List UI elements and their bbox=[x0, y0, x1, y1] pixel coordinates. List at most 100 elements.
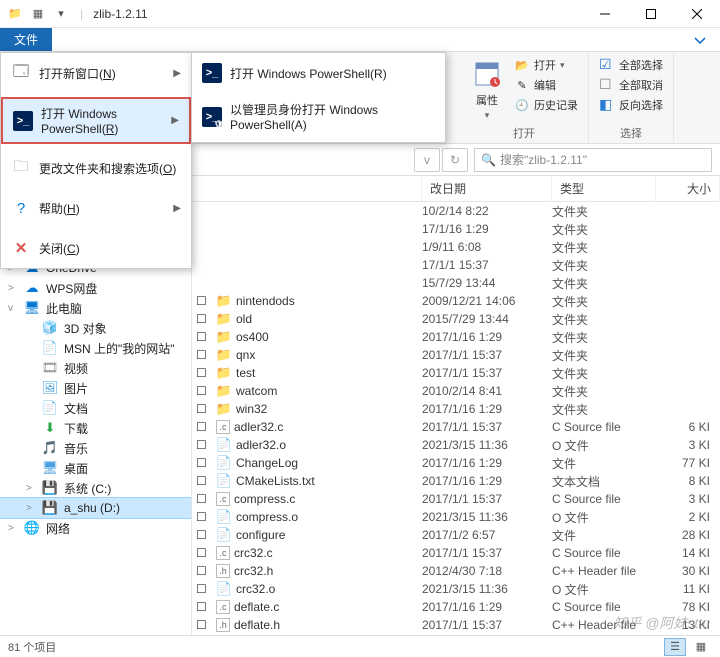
tree-item[interactable]: 🖥桌面 bbox=[0, 458, 191, 478]
qat-dropdown-icon[interactable]: ▾ bbox=[50, 3, 72, 25]
file-list-header[interactable]: 改日期 类型 大小 bbox=[192, 176, 720, 202]
file-row[interactable]: ☐📄configure2017/1/2 6:57文件28 KI bbox=[192, 526, 720, 544]
file-tab[interactable]: 文件 bbox=[0, 28, 52, 51]
open-powershell-menu-item[interactable]: >_ 打开 Windows PowerShell(R) ▶ bbox=[1, 97, 191, 144]
maximize-button[interactable] bbox=[628, 0, 674, 28]
powershell-submenu: >_ 打开 Windows PowerShell(R) >_🛡 以管理员身份打开… bbox=[191, 52, 446, 143]
row-checkbox[interactable]: ☐ bbox=[196, 366, 212, 380]
file-row[interactable]: 1/9/11 6:08文件夹 bbox=[192, 238, 720, 256]
file-row[interactable]: ☐📁os4002017/1/16 1:29文件夹 bbox=[192, 328, 720, 346]
file-row[interactable]: ☐📁nintendods2009/12/21 14:06文件夹 bbox=[192, 292, 720, 310]
row-checkbox[interactable]: ☐ bbox=[196, 600, 212, 614]
row-checkbox[interactable]: ☐ bbox=[196, 348, 212, 362]
icons-view-button[interactable]: ▦ bbox=[690, 638, 712, 656]
ribbon-collapse-button[interactable] bbox=[680, 28, 720, 51]
tree-item[interactable]: 📄MSN 上的"我的网站" bbox=[0, 338, 191, 358]
refresh-button[interactable]: ↻ bbox=[442, 148, 468, 172]
options-menu-item[interactable]: 🗀 更改文件夹和搜索选项(O) bbox=[1, 152, 191, 184]
tree-item[interactable]: 📄文档 bbox=[0, 398, 191, 418]
date-column-header[interactable]: 改日期 bbox=[422, 176, 552, 201]
row-checkbox[interactable]: ☐ bbox=[196, 402, 212, 416]
file-row[interactable]: ☐📁old2015/7/29 13:44文件夹 bbox=[192, 310, 720, 328]
file-row[interactable]: ☐.cdeflate.c2017/1/16 1:29C Source file7… bbox=[192, 598, 720, 616]
edit-button[interactable]: ✎编辑 bbox=[510, 76, 582, 94]
tree-item[interactable]: 🧊3D 对象 bbox=[0, 318, 191, 338]
row-checkbox[interactable]: ☐ bbox=[196, 546, 212, 560]
select-all-button[interactable]: ☑全部选择 bbox=[595, 56, 667, 74]
row-checkbox[interactable]: ☐ bbox=[196, 420, 212, 434]
row-checkbox[interactable]: ☐ bbox=[196, 564, 212, 578]
row-checkbox[interactable]: ☐ bbox=[196, 330, 212, 344]
file-row[interactable]: ☐.ccompress.c2017/1/1 15:37C Source file… bbox=[192, 490, 720, 508]
open-powershell-submenu-item[interactable]: >_ 打开 Windows PowerShell(R) bbox=[192, 57, 445, 89]
close-icon: ✕ bbox=[11, 238, 31, 258]
tree-item[interactable]: >☁WPS网盘 bbox=[0, 278, 191, 298]
file-icon: 📄 bbox=[216, 581, 232, 597]
file-row[interactable]: ☐📄ChangeLog2017/1/16 1:29文件77 KI bbox=[192, 454, 720, 472]
file-row[interactable]: ☐📄crc32.o2021/3/15 11:36O 文件11 KI bbox=[192, 580, 720, 598]
addr-dropdown-button[interactable]: v bbox=[414, 148, 440, 172]
file-row[interactable]: ☐📄compress.o2021/3/15 11:36O 文件2 KI bbox=[192, 508, 720, 526]
search-input[interactable]: 🔍 搜索"zlib-1.2.11" bbox=[474, 148, 712, 172]
open-powershell-admin-submenu-item[interactable]: >_🛡 以管理员身份打开 Windows PowerShell(A) bbox=[192, 95, 445, 138]
properties-qat-icon[interactable]: ▦ bbox=[27, 3, 49, 25]
file-row[interactable]: 17/1/16 1:29文件夹 bbox=[192, 220, 720, 238]
file-row[interactable]: ☐📄CMakeLists.txt2017/1/16 1:29文本文档8 KI bbox=[192, 472, 720, 490]
row-checkbox[interactable]: ☐ bbox=[196, 456, 212, 470]
open-icon: 📂 bbox=[514, 57, 530, 73]
file-row[interactable]: ☐📁test2017/1/1 15:37文件夹 bbox=[192, 364, 720, 382]
new-window-menu-item[interactable]: 🗔 打开新窗口(N) ▶ bbox=[1, 57, 191, 89]
file-row[interactable]: ☐📄adler32.o2021/3/15 11:36O 文件3 KI bbox=[192, 436, 720, 454]
file-row[interactable]: ☐.hcrc32.h2012/4/30 7:18C++ Header file3… bbox=[192, 562, 720, 580]
name-column-header[interactable] bbox=[192, 176, 422, 201]
tree-item[interactable]: 🎵音乐 bbox=[0, 438, 191, 458]
select-none-button[interactable]: ☐全部取消 bbox=[595, 76, 667, 94]
close-menu-item[interactable]: ✕ 关闭(C) bbox=[1, 232, 191, 264]
tree-item[interactable]: 🖼图片 bbox=[0, 378, 191, 398]
folder-icon[interactable]: 📁 bbox=[4, 3, 26, 25]
row-checkbox[interactable]: ☐ bbox=[196, 492, 212, 506]
file-row[interactable]: 10/2/14 8:22文件夹 bbox=[192, 202, 720, 220]
minimize-button[interactable] bbox=[582, 0, 628, 28]
file-list[interactable]: 改日期 类型 大小 10/2/14 8:22文件夹17/1/16 1:29文件夹… bbox=[192, 176, 720, 635]
history-button[interactable]: 🕘历史记录 bbox=[510, 96, 582, 114]
file-size: 8 KI bbox=[656, 474, 720, 488]
file-row[interactable]: ☐📁watcom2010/2/14 8:41文件夹 bbox=[192, 382, 720, 400]
tree-item[interactable]: >💾系统 (C:) bbox=[0, 478, 191, 498]
tree-item[interactable]: >💾a_shu (D:) bbox=[0, 498, 191, 518]
file-row[interactable]: 17/1/1 15:37文件夹 bbox=[192, 256, 720, 274]
help-menu-item[interactable]: ? 帮助(H) ▶ bbox=[1, 192, 191, 224]
file-row[interactable]: ☐.cadler32.c2017/1/1 15:37C Source file6… bbox=[192, 418, 720, 436]
row-checkbox[interactable]: ☐ bbox=[196, 438, 212, 452]
file-row[interactable]: ☐.ccrc32.c2017/1/1 15:37C Source file14 … bbox=[192, 544, 720, 562]
tree-item[interactable]: >🌐网络 bbox=[0, 518, 191, 538]
file-row[interactable]: 15/7/29 13:44文件夹 bbox=[192, 274, 720, 292]
tree-item[interactable]: v🖥此电脑 bbox=[0, 298, 191, 318]
row-checkbox[interactable]: ☐ bbox=[196, 294, 212, 308]
file-date: 2012/4/30 7:18 bbox=[422, 564, 552, 578]
row-checkbox[interactable]: ☐ bbox=[196, 528, 212, 542]
file-row[interactable]: ☐.hdeflate.h2017/1/1 15:37C++ Header fil… bbox=[192, 616, 720, 634]
file-row[interactable]: ☐📄deflate.o2021/3/15 11:36O 文件24 KI bbox=[192, 634, 720, 635]
tree-item[interactable]: 🎞视频 bbox=[0, 358, 191, 378]
tree-item[interactable]: ⬇下载 bbox=[0, 418, 191, 438]
row-checkbox[interactable]: ☐ bbox=[196, 510, 212, 524]
properties-label: 属性 bbox=[476, 92, 498, 108]
invert-selection-label: 反向选择 bbox=[619, 97, 663, 113]
file-date: 2017/1/16 1:29 bbox=[422, 330, 552, 344]
details-view-button[interactable]: ☰ bbox=[664, 638, 686, 656]
file-row[interactable]: ☐📁qnx2017/1/1 15:37文件夹 bbox=[192, 346, 720, 364]
file-row[interactable]: ☐📁win322017/1/16 1:29文件夹 bbox=[192, 400, 720, 418]
open-button[interactable]: 📂打开 ▾ bbox=[510, 56, 582, 74]
size-column-header[interactable]: 大小 bbox=[656, 176, 720, 201]
row-checkbox[interactable]: ☐ bbox=[196, 618, 212, 632]
row-checkbox[interactable]: ☐ bbox=[196, 474, 212, 488]
file-date: 2017/1/1 15:37 bbox=[422, 618, 552, 632]
close-button[interactable] bbox=[674, 0, 720, 28]
properties-button[interactable]: 属性 ▾ bbox=[466, 54, 508, 121]
type-column-header[interactable]: 类型 bbox=[552, 176, 656, 201]
row-checkbox[interactable]: ☐ bbox=[196, 582, 212, 596]
row-checkbox[interactable]: ☐ bbox=[196, 312, 212, 326]
invert-selection-button[interactable]: ◧反向选择 bbox=[595, 96, 667, 114]
row-checkbox[interactable]: ☐ bbox=[196, 384, 212, 398]
